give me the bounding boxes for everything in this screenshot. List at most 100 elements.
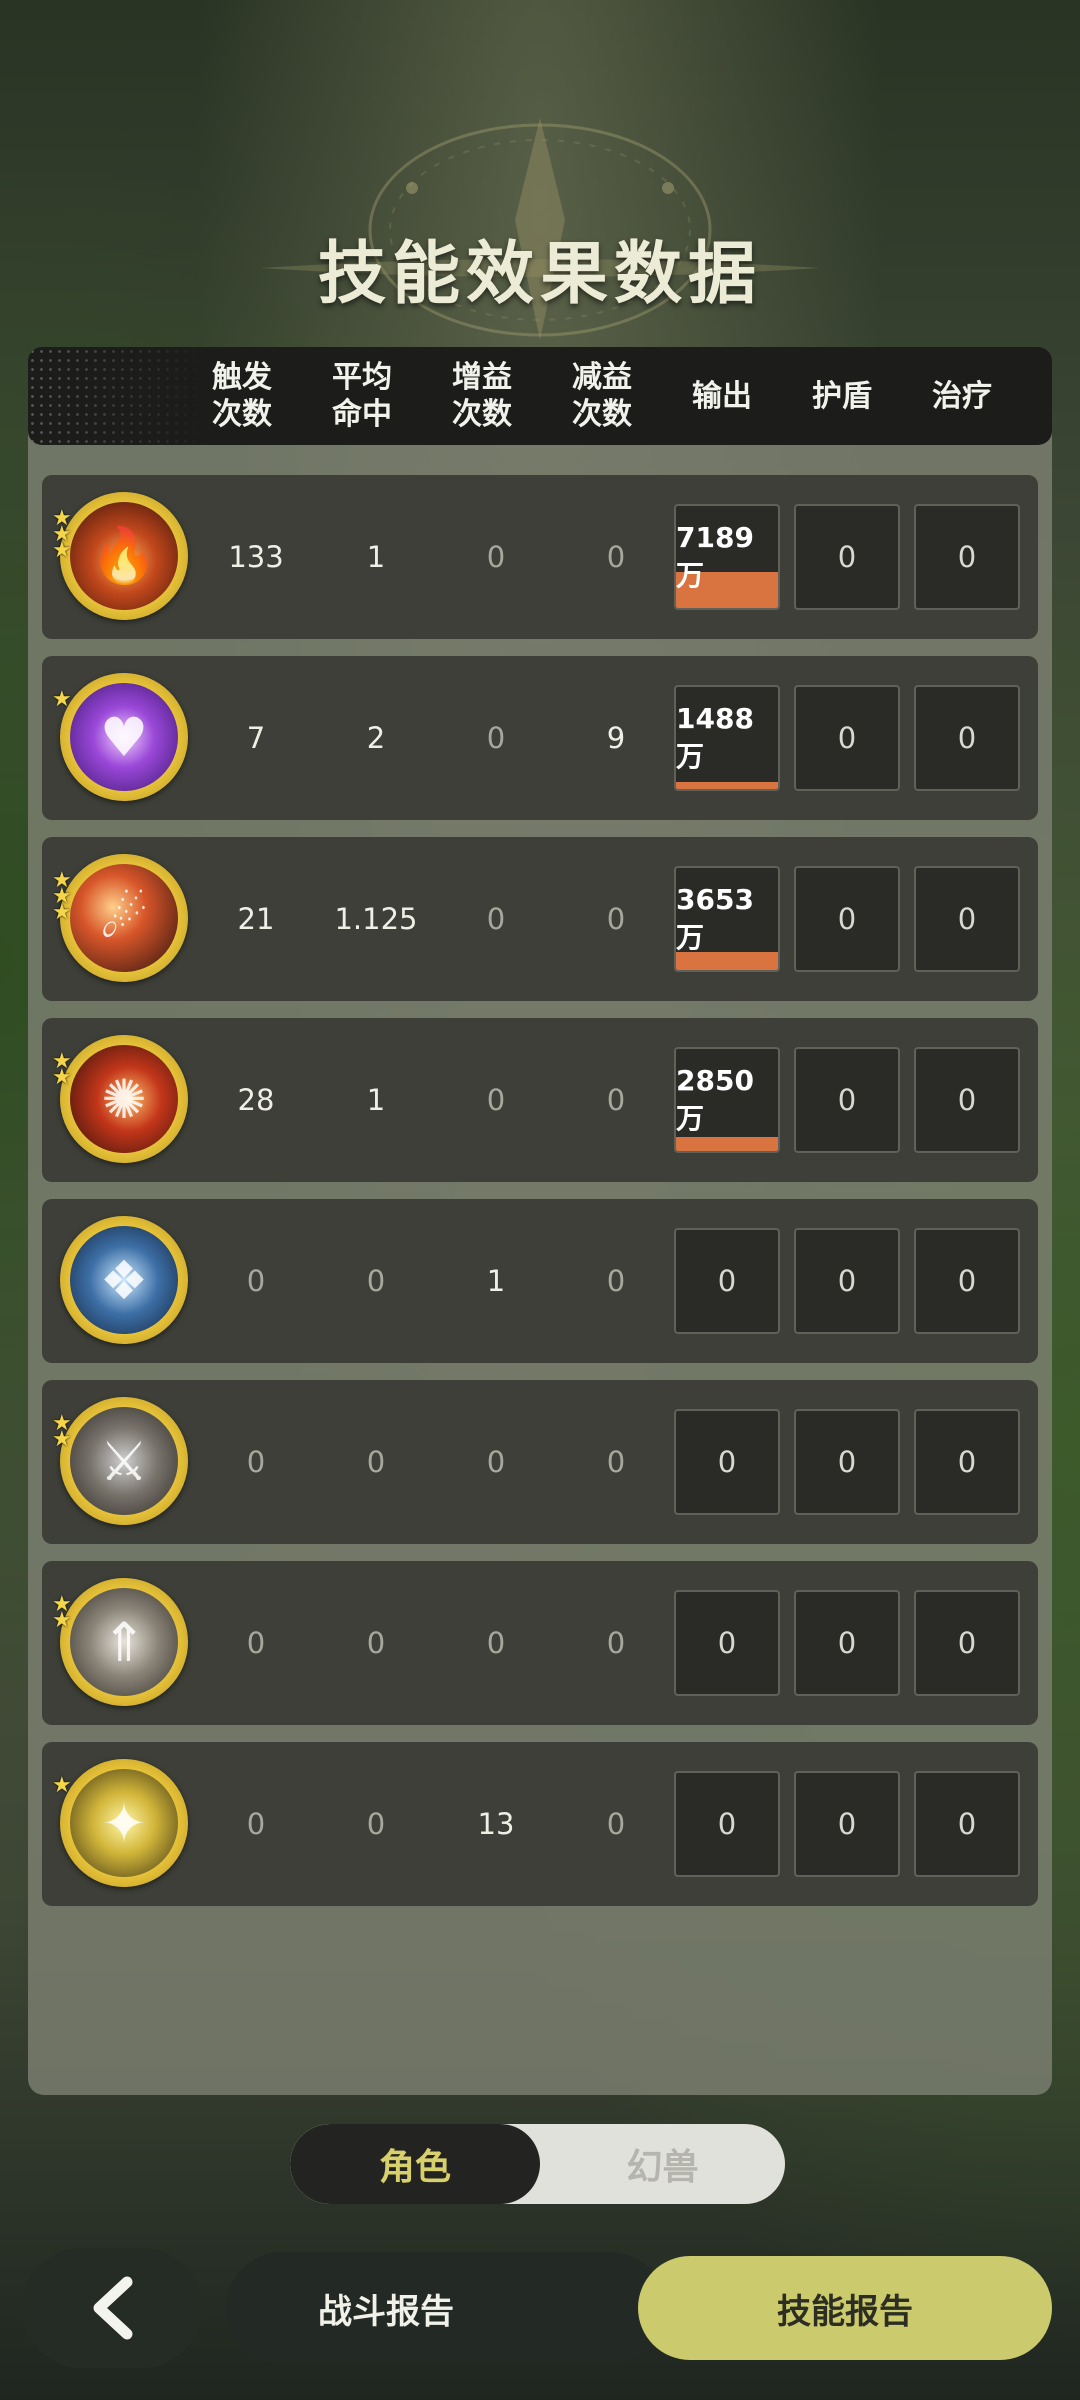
toggle-beast-option[interactable]: 幻兽 <box>540 2124 785 2204</box>
skill-row[interactable]: ⚔ ★ ★ 0 0 0 0 0 0 0 <box>42 1380 1038 1544</box>
output-cell-value: 7189万 <box>676 520 754 592</box>
debuff-count-cell: 0 <box>606 1264 626 1298</box>
output-cell: 3653万 <box>674 866 780 972</box>
heal-cell-value: 0 <box>957 721 977 755</box>
output-cell: 0 <box>674 1228 780 1334</box>
output-cell: 0 <box>674 1771 780 1877</box>
output-cell-value: 1488万 <box>676 701 754 773</box>
heal-cell: 0 <box>914 504 1020 610</box>
star-rating: ★ <box>52 1775 74 1797</box>
output-cell-value: 0 <box>717 1626 737 1660</box>
debuff-count-cell: 0 <box>606 1626 626 1660</box>
trigger-count-cell: 7 <box>246 721 266 755</box>
skill-row[interactable]: 🔥 ★ ★ ★ 133 1 0 0 7189万 0 0 <box>42 475 1038 639</box>
shield-cell-value: 0 <box>837 721 857 755</box>
shield-cell: 0 <box>794 1409 900 1515</box>
battle-report-button[interactable]: 战斗报告 <box>226 2252 666 2364</box>
output-cell: 1488万 <box>674 685 780 791</box>
column-output: 输出 <box>692 378 752 414</box>
average-hit-cell: 1.125 <box>334 902 418 936</box>
column-heal: 治疗 <box>932 378 992 414</box>
shadow-warrior-skill-icon: ⚔ <box>60 1397 188 1525</box>
trigger-count-cell: 133 <box>228 540 284 574</box>
heal-cell-value: 0 <box>957 902 977 936</box>
buff-count-cell: 0 <box>486 540 506 574</box>
flame-slash-skill-icon: ☄ <box>60 854 188 982</box>
column-buff-count: 增益 次数 <box>452 360 512 432</box>
star-icon: ★ <box>52 538 72 563</box>
output-progress-bar <box>676 1136 778 1151</box>
shield-cell: 0 <box>794 1228 900 1334</box>
column-shield: 护盾 <box>812 378 872 414</box>
heal-cell: 0 <box>914 1047 1020 1153</box>
buff-count-cell: 0 <box>486 1626 506 1660</box>
toggle-role-option[interactable]: 角色 <box>290 2124 540 2204</box>
output-cell: 0 <box>674 1590 780 1696</box>
skill-row[interactable]: ✦ ★ 0 0 13 0 0 0 0 <box>42 1742 1038 1906</box>
heal-cell-value: 0 <box>957 540 977 574</box>
shield-cell: 0 <box>794 685 900 791</box>
skill-row[interactable]: ☄ ★ ★ ★ 21 1.125 0 0 3653万 0 0 <box>42 837 1038 1001</box>
heal-cell: 0 <box>914 685 1020 791</box>
skill-row[interactable]: ♥ ★ 7 2 0 9 1488万 0 0 <box>42 656 1038 820</box>
shield-cell-value: 0 <box>837 1264 857 1298</box>
heal-cell: 0 <box>914 1228 1020 1334</box>
flame-wave-skill-icon: ✺ <box>60 1035 188 1163</box>
purple-heart-orb-skill-icon: ♥ <box>60 673 188 801</box>
buff-count-cell: 0 <box>486 721 506 755</box>
buff-count-cell: 13 <box>477 1807 515 1841</box>
star-icon: ★ <box>52 1427 72 1452</box>
output-cell-value: 0 <box>717 1264 737 1298</box>
column-average-hit: 平均 命中 <box>332 360 392 432</box>
skill-report-label: 技能报告 <box>777 2291 913 2332</box>
star-rating: ★ ★ <box>52 1051 74 1089</box>
shield-cell-value: 0 <box>837 1626 857 1660</box>
column-trigger-count: 触发 次数 <box>212 360 272 432</box>
buff-count-cell: 1 <box>486 1264 506 1298</box>
heal-cell-value: 0 <box>957 1445 977 1479</box>
skill-row[interactable]: ⇑ ★ ★ 0 0 0 0 0 0 0 <box>42 1561 1038 1725</box>
output-cell: 2850万 <box>674 1047 780 1153</box>
buff-count-cell: 0 <box>486 1445 506 1479</box>
star-icon: ★ <box>52 900 72 925</box>
star-icon: ★ <box>52 1608 72 1633</box>
star-rating: ★ ★ ★ <box>52 870 74 925</box>
shield-cell: 0 <box>794 866 900 972</box>
debuff-count-cell: 0 <box>606 540 626 574</box>
heal-cell-value: 0 <box>957 1264 977 1298</box>
skill-report-button[interactable]: 技能报告 <box>638 2256 1052 2360</box>
output-progress-bar <box>676 781 778 789</box>
fire-swirl-skill-icon: 🔥 <box>60 492 188 620</box>
skill-row[interactable]: ❖ 0 0 1 0 0 0 0 <box>42 1199 1038 1363</box>
trigger-count-cell: 0 <box>246 1445 266 1479</box>
ice-crystal-skill-icon: ❖ <box>60 1216 188 1344</box>
column-debuff-count: 减益 次数 <box>572 360 632 432</box>
heal-cell-value: 0 <box>957 1083 977 1117</box>
debuff-count-cell: 0 <box>606 1083 626 1117</box>
average-hit-cell: 0 <box>366 1807 386 1841</box>
shield-cell: 0 <box>794 1047 900 1153</box>
output-cell-value: 0 <box>717 1807 737 1841</box>
sword-up-arrows-skill-icon: ⇑ <box>60 1578 188 1706</box>
average-hit-cell: 2 <box>366 721 386 755</box>
trigger-count-cell: 0 <box>246 1807 266 1841</box>
skill-row[interactable]: ✺ ★ ★ 28 1 0 0 2850万 0 0 <box>42 1018 1038 1182</box>
average-hit-cell: 0 <box>366 1264 386 1298</box>
shield-cell-value: 0 <box>837 1445 857 1479</box>
average-hit-cell: 0 <box>366 1626 386 1660</box>
star-rating: ★ ★ <box>52 1413 74 1452</box>
trigger-count-cell: 21 <box>237 902 275 936</box>
heal-cell: 0 <box>914 1409 1020 1515</box>
shield-cell: 0 <box>794 504 900 610</box>
back-button[interactable] <box>22 2248 202 2368</box>
chevron-left-icon <box>93 2276 133 2340</box>
buff-count-cell: 0 <box>486 902 506 936</box>
debuff-count-cell: 0 <box>606 1445 626 1479</box>
debuff-count-cell: 9 <box>606 721 626 755</box>
star-rating: ★ ★ <box>52 1594 74 1633</box>
shield-cell: 0 <box>794 1771 900 1877</box>
role-beast-toggle[interactable]: 角色 幻兽 <box>290 2124 785 2204</box>
output-cell-value: 3653万 <box>676 882 754 954</box>
shield-cell-value: 0 <box>837 1807 857 1841</box>
battle-report-label: 战斗报告 <box>318 2291 454 2332</box>
